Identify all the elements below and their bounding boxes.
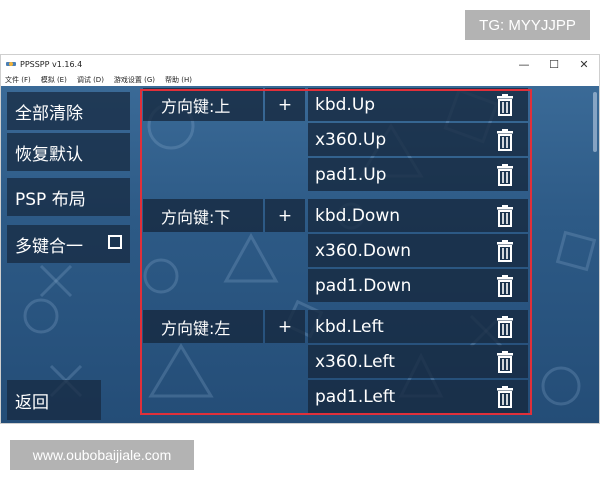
add-mapping-down-button[interactable]: + [265,199,305,232]
restore-default-label: 恢复默认 [15,144,83,165]
scrollbar[interactable] [593,92,597,152]
key-row[interactable]: x360.Up [308,123,528,156]
key-row[interactable]: pad1.Left [308,380,528,413]
key-row[interactable]: kbd.Up [308,88,528,121]
psp-layout-label: PSP 布局 [15,189,86,210]
menu-emulation[interactable]: 模拟 (E) [41,75,67,85]
key-row[interactable]: pad1.Down [308,269,528,302]
trash-icon[interactable] [490,271,520,301]
key-binding-label: pad1.Down [315,275,412,296]
trash-icon[interactable] [490,90,520,120]
clear-all-button[interactable]: 全部清除 [7,92,130,130]
back-button[interactable]: 返回 [7,380,101,420]
menu-bar: 文件 (F) 模拟 (E) 调试 (D) 游戏设置 (G) 帮助 (H) [1,73,599,86]
trash-icon[interactable] [490,201,520,231]
restore-default-button[interactable]: 恢复默认 [7,133,130,171]
mapping-label-down: 方向键:下 [143,199,263,232]
key-row[interactable]: x360.Down [308,234,528,267]
key-row[interactable]: pad1.Up [308,158,528,191]
mapping-label-left: 方向键:左 [143,310,263,343]
menu-file[interactable]: 文件 (F) [5,75,31,85]
url-watermark: www.oubobaijiale.com [10,440,194,470]
key-binding-label: pad1.Up [315,164,387,185]
key-binding-label: pad1.Left [315,386,396,407]
add-mapping-up-button[interactable]: + [265,88,305,121]
maximize-button[interactable]: ☐ [539,55,569,73]
ppsspp-logo-icon [6,59,16,69]
key-row[interactable]: x360.Left [308,345,528,378]
clear-all-label: 全部清除 [15,103,83,124]
multi-key-label: 多键合一 [15,236,83,257]
multi-key-toggle[interactable]: 多键合一 [7,225,130,263]
key-row[interactable]: kbd.Left [308,310,528,343]
trash-icon[interactable] [490,236,520,266]
trash-icon[interactable] [490,125,520,155]
trash-icon[interactable] [490,347,520,377]
key-binding-label: kbd.Down [315,205,400,226]
psp-layout-button[interactable]: PSP 布局 [7,178,130,216]
key-binding-label: x360.Down [315,240,412,261]
tg-watermark: TG: MYYJJPP [465,10,590,40]
menu-game-settings[interactable]: 游戏设置 (G) [114,75,155,85]
trash-icon[interactable] [490,382,520,412]
key-row[interactable]: kbd.Down [308,199,528,232]
title-bar: PPSSPP v1.16.4 — ☐ ✕ [1,55,599,73]
key-binding-label: kbd.Left [315,316,384,337]
emulator-window: PPSSPP v1.16.4 — ☐ ✕ 文件 (F) 模拟 (E) 调试 (D… [0,54,600,424]
menu-debug[interactable]: 调试 (D) [77,75,104,85]
add-mapping-left-button[interactable]: + [265,310,305,343]
trash-icon[interactable] [490,312,520,342]
key-binding-label: x360.Left [315,351,395,372]
key-binding-label: x360.Up [315,129,387,150]
mapping-label-up: 方向键:上 [143,88,263,121]
back-label: 返回 [15,392,49,413]
close-button[interactable]: ✕ [569,55,599,73]
trash-icon[interactable] [490,160,520,190]
checkbox-unchecked-icon[interactable] [108,235,122,249]
control-mapping-screen: 全部清除 恢复默认 PSP 布局 多键合一 返回 方向键:上 + kbd.Up … [1,86,599,423]
menu-help[interactable]: 帮助 (H) [165,75,192,85]
key-binding-label: kbd.Up [315,94,376,115]
window-title: PPSSPP v1.16.4 [20,59,83,69]
minimize-button[interactable]: — [509,55,539,73]
